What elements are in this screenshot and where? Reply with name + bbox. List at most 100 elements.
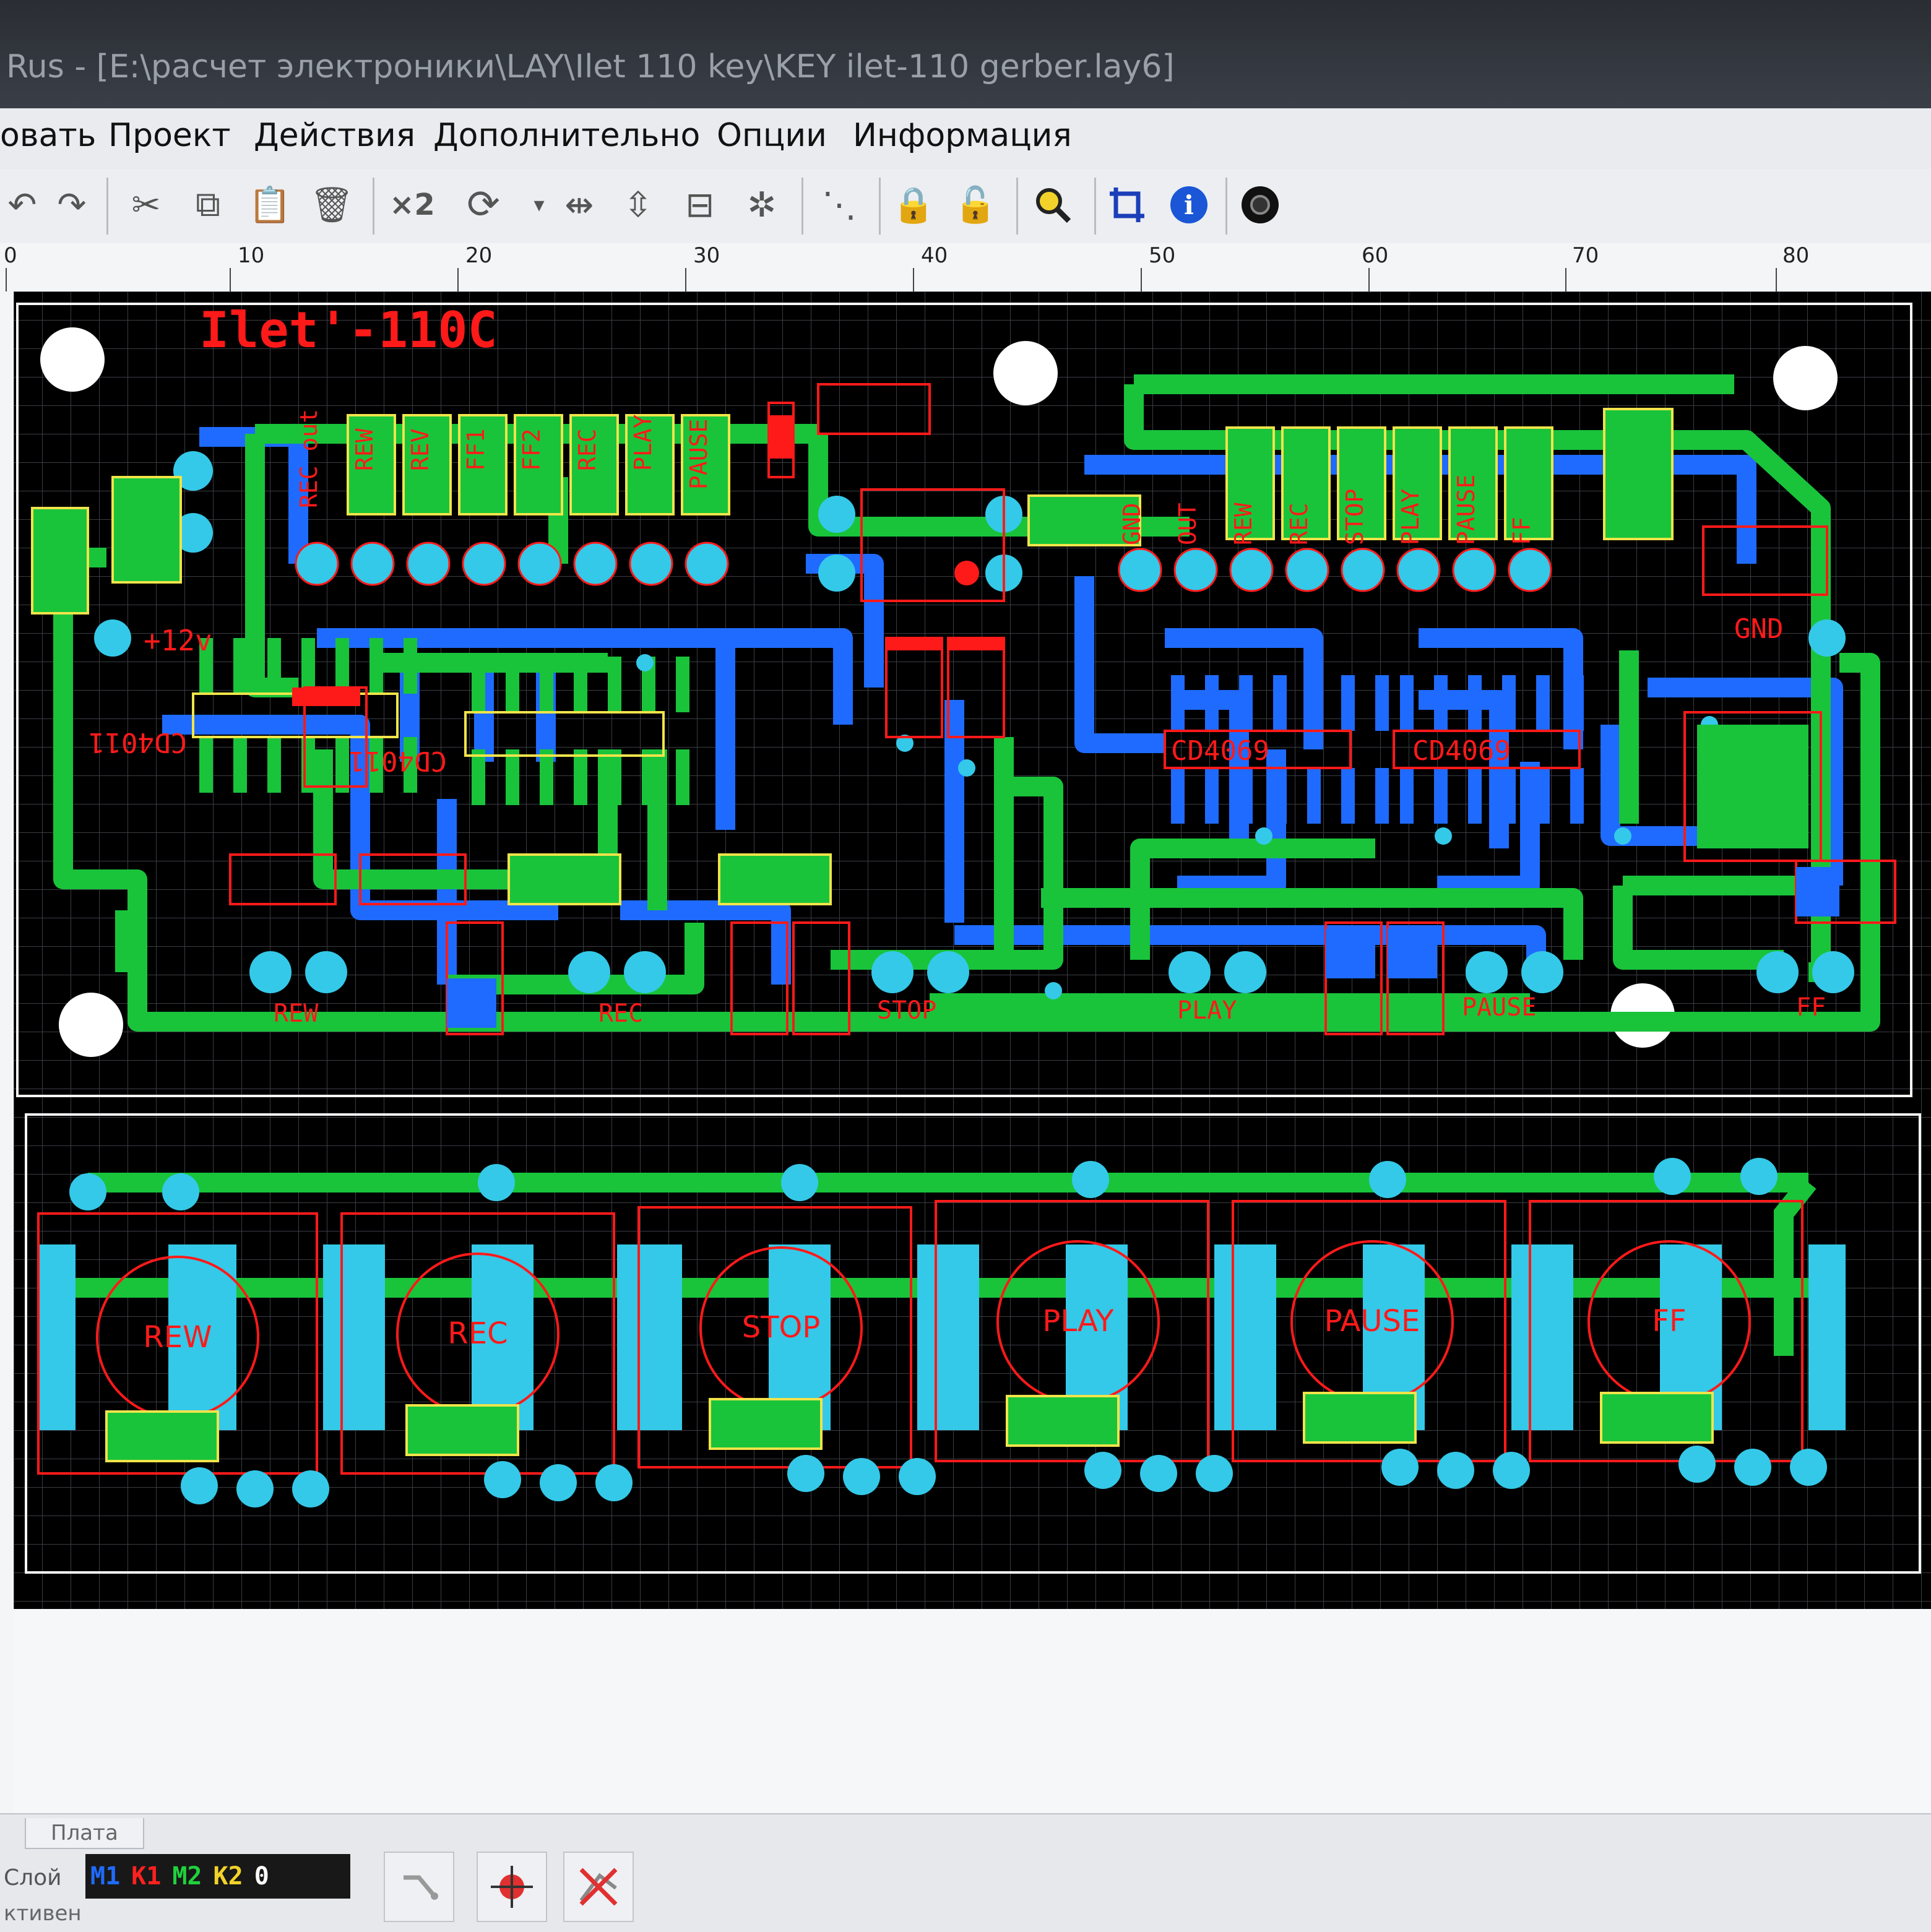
ruler-label: 70 <box>1572 243 1599 268</box>
chip-label: CD4069 <box>1171 735 1269 767</box>
ruler-label: 50 <box>1149 243 1176 268</box>
title-bar: Rus - [E:\расчет электроники\LAY\Ilet 11… <box>0 0 1931 108</box>
align-icon[interactable]: ⊟ <box>678 183 722 227</box>
zoom-x2-button[interactable]: ×2 <box>389 183 435 227</box>
ruler-label: 60 <box>1362 243 1389 268</box>
top-label: PAUSE <box>685 419 712 489</box>
toolbar-separator <box>1225 178 1227 235</box>
key-label-pause: PAUSE <box>1324 1304 1420 1339</box>
layer-label: Слой <box>4 1865 62 1891</box>
delete-icon[interactable]: 🗑 <box>309 183 354 227</box>
crosshair-icon[interactable] <box>477 1852 547 1922</box>
layer-k2[interactable]: K2 <box>214 1862 243 1891</box>
status-bar: Плата Слой ктивен M1 K1 M2 K2 0 <box>0 1813 1931 1932</box>
chip-label: CD4011 <box>89 727 187 758</box>
relay-pad <box>1697 725 1808 848</box>
key-label-rec: REC <box>447 1316 508 1351</box>
toolbar-separator <box>106 178 108 235</box>
right-label: PLAY <box>1397 488 1424 545</box>
menu-item-options[interactable]: Опции <box>717 117 827 154</box>
bottom-label: PLAY <box>1177 996 1237 1025</box>
menu-item-additional[interactable]: Дополнительно <box>433 117 700 154</box>
layer-selector[interactable]: M1 K1 M2 K2 0 <box>85 1854 350 1899</box>
mirror-h-icon[interactable]: ⇹ <box>557 183 602 227</box>
right-label: FF <box>1508 517 1536 545</box>
copy-icon[interactable]: ⧉ <box>186 183 230 227</box>
key-label-stop: STOP <box>742 1310 821 1345</box>
ruler-label: 40 <box>921 243 948 268</box>
svg-text:i: i <box>1184 190 1194 220</box>
toolbar-separator <box>801 178 803 235</box>
right-label: REW <box>1230 502 1257 545</box>
chevron-down-icon[interactable]: ▾ <box>517 183 561 227</box>
right-label: OUT <box>1174 502 1201 545</box>
unlock-icon[interactable]: 🔓 <box>953 183 998 227</box>
key-label-play: PLAY <box>1042 1304 1114 1339</box>
active-label: ктивен <box>4 1901 82 1926</box>
board-title: Ilet'-110C <box>199 301 498 359</box>
ruler-ticks <box>6 268 1777 291</box>
right-label: STOP <box>1341 488 1368 545</box>
toolbar-separator <box>1016 178 1018 235</box>
horizontal-ruler: 0 10 20 30 40 50 60 70 80 <box>0 243 1931 293</box>
toolbar: ↶ ↷ ✂ ⧉ 📋 🗑 ×2 ⟳ ▾ ⇹ ⇳ ⊟ ✲ ⋱ 🔒 🔓 i <box>0 169 1931 244</box>
right-label: GND <box>1118 502 1146 545</box>
ruler-label: 30 <box>693 243 720 268</box>
vertical-ruler <box>0 291 14 1913</box>
no-route-icon[interactable] <box>563 1852 634 1922</box>
snap-icon[interactable]: ⋱ <box>817 183 862 227</box>
ruler-label: 0 <box>4 243 17 268</box>
right-label: PAUSE <box>1453 475 1480 545</box>
menu-item-actions[interactable]: Действия <box>254 117 415 154</box>
mirror-v-icon[interactable]: ⇳ <box>616 183 660 227</box>
info-icon[interactable]: i <box>1167 183 1211 227</box>
layer-0[interactable]: 0 <box>254 1862 269 1891</box>
key-label-ff: FF <box>1652 1304 1686 1339</box>
undo-icon[interactable]: ↶ <box>0 183 45 227</box>
workspace-background <box>14 1609 1931 1813</box>
pin1-marker <box>954 561 979 585</box>
bottom-label: PAUSE <box>1462 993 1536 1022</box>
chip-label: CD4011 <box>348 745 447 777</box>
ruler-label: 10 <box>238 243 265 268</box>
gnd-label: GND <box>1734 613 1783 645</box>
tab-board[interactable]: Плата <box>25 1818 144 1849</box>
layer-m2[interactable]: M2 <box>172 1862 202 1891</box>
bottom-label: REW <box>274 999 319 1028</box>
top-label: REC out <box>295 409 322 508</box>
bottom-label: STOP <box>877 996 936 1025</box>
menu-item-info[interactable]: Информация <box>853 117 1072 154</box>
top-label: REV <box>407 428 434 471</box>
menu-item-project[interactable]: Проект <box>108 117 231 154</box>
chip-label: CD4069 <box>1412 735 1511 767</box>
menu-item-edit[interactable]: овать <box>0 117 96 154</box>
rotate-icon[interactable]: ⟳ <box>461 182 506 228</box>
group-icon[interactable]: ✲ <box>740 183 784 227</box>
component-icon[interactable] <box>1238 183 1282 227</box>
ruler-label: 80 <box>1782 243 1810 268</box>
bottom-label: FF <box>1796 993 1826 1022</box>
route-tool-icon[interactable] <box>384 1852 454 1922</box>
layer-m1[interactable]: M1 <box>90 1862 120 1891</box>
search-icon[interactable] <box>1030 183 1075 227</box>
bottom-label: REC <box>598 999 643 1028</box>
top-label: FF2 <box>518 428 545 471</box>
top-label: REC <box>574 428 601 471</box>
power-label: +12v <box>144 624 212 657</box>
cut-icon[interactable]: ✂ <box>124 183 168 227</box>
redo-icon[interactable]: ↷ <box>50 183 94 227</box>
crop-icon[interactable] <box>1105 183 1149 227</box>
toolbar-separator <box>879 178 881 235</box>
top-label: FF1 <box>462 428 490 471</box>
window-title: Rus - [E:\расчет электроники\LAY\Ilet 11… <box>6 48 1175 85</box>
ruler-label: 20 <box>465 243 493 268</box>
paste-icon[interactable]: 📋 <box>248 183 292 227</box>
pcb-canvas[interactable]: Ilet'-110C +12v GND REC out REW REV FF1 … <box>14 291 1931 1610</box>
layer-k1[interactable]: K1 <box>131 1862 161 1891</box>
key-label-rew: REW <box>143 1320 212 1355</box>
toolbar-separator <box>1094 178 1096 235</box>
menu-bar: овать Проект Действия Дополнительно Опци… <box>0 108 1931 170</box>
top-label: PLAY <box>629 414 657 471</box>
top-label: REW <box>351 428 378 471</box>
lock-icon[interactable]: 🔒 <box>891 183 936 227</box>
